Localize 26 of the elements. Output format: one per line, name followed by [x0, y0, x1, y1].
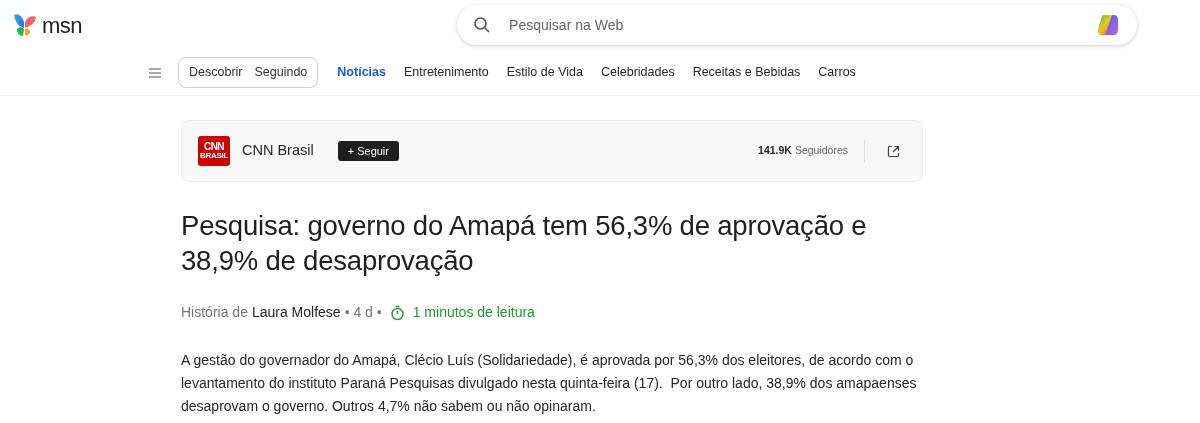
- follow-button[interactable]: + Seguir: [337, 140, 399, 162]
- feed-tab[interactable]: Descobrir: [183, 58, 249, 87]
- logo-text[interactable]: msn: [42, 8, 83, 42]
- followers-count: 141.9K Seguidores: [758, 143, 848, 159]
- search-input[interactable]: Pesquisar na Web: [507, 13, 1080, 37]
- timer-icon: [389, 304, 405, 321]
- category-tab[interactable]: Entretenimento: [394, 63, 498, 82]
- butterfly-logo-icon: [12, 12, 38, 38]
- logo-text: CNN: [203, 142, 225, 152]
- category-tab[interactable]: Celebridades: [591, 63, 684, 82]
- category-tab[interactable]: Receitas e Bebidas: [683, 63, 810, 82]
- external-link-icon[interactable]: [887, 144, 900, 158]
- search-icon: [473, 16, 492, 34]
- byline-label: História de: [181, 303, 248, 322]
- feed-tab[interactable]: Seguindo: [248, 58, 314, 87]
- category-tab[interactable]: Carros: [809, 63, 865, 82]
- author-link[interactable]: Laura Molfese: [251, 302, 341, 323]
- read-time: 1 minutos de leitura: [412, 303, 535, 322]
- article-paragraph: A gestão do governador do Amapá, Clécio Luís (Solidariedade), é aprovada por 56,3% dos eleitores, de acordo com o levantamento do instituto Paraná Pesquisas divulgado nesta quinta-feira (17). Por outro lado, 38,9% dos amapaenses desaprovam o governo. Outros 4,7% não sabem ou não opinaram.: [181, 351, 918, 416]
- category-tab[interactable]: Notícias: [328, 63, 395, 82]
- article-title: Pesquisa: governo do Amapá tem 56,3% de aprovação e 38,9% de desaprovação: [181, 209, 868, 278]
- category-tab[interactable]: Estilo de Vida: [497, 63, 592, 82]
- logo-text: BRASIL: [200, 152, 228, 160]
- menu-icon[interactable]: [148, 66, 162, 79]
- publisher-name[interactable]: CNN Brasil: [242, 140, 314, 162]
- article-age: • 4 d •: [344, 303, 382, 322]
